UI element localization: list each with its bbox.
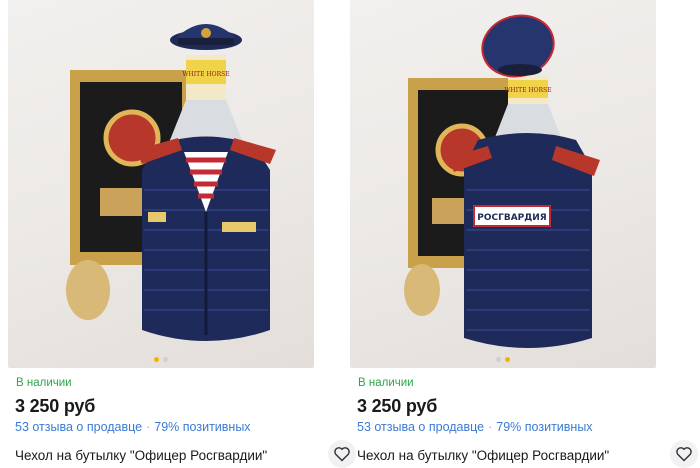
separator: · (146, 420, 151, 434)
bottle-label-text: WHITE HORSE (504, 87, 551, 94)
product-photo[interactable]: WHITE HORSE (8, 0, 314, 368)
carousel-dot[interactable] (163, 357, 168, 362)
carousel-indicator (8, 357, 314, 362)
badge-text: РОСГВАРДИЯ (477, 213, 547, 223)
price: 3 250 руб (15, 396, 96, 416)
seller-rating: 53 отзыва о продавце · 79% позитивных (357, 420, 593, 434)
bottle-cover-image: WHITE HORSE РОСГВАРДИЯ (404, 14, 600, 348)
product-title[interactable]: Чехол на бутылку "Офицер Росгвардии" (357, 448, 609, 463)
seller-rating: 53 отзыва о продавце · 79% позитивных (15, 420, 251, 434)
positive-rating: 79% позитивных (154, 420, 251, 434)
carousel-dot[interactable] (154, 357, 159, 362)
availability-status: В наличии (16, 377, 72, 389)
carousel-indicator (350, 357, 656, 362)
separator: · (488, 420, 493, 434)
product-card[interactable]: WHITE HORSE РОСГВАРДИЯ В наличии 3 250 р… (346, 0, 698, 468)
product-title[interactable]: Чехол на бутылку "Офицер Росгвардии" (15, 448, 267, 463)
seller-reviews-link[interactable]: 53 отзыва о продавце (357, 420, 484, 434)
carousel-dot[interactable] (505, 357, 510, 362)
bottle-label-text: WHITE HORSE (182, 71, 229, 78)
product-card[interactable]: WHITE HORSE В наличии 3 250 руб 53 отзыв… (4, 0, 356, 468)
favorite-button[interactable] (670, 440, 698, 468)
availability-status: В наличии (358, 377, 414, 389)
product-photo[interactable]: WHITE HORSE РОСГВАРДИЯ (350, 0, 656, 368)
carousel-dot[interactable] (496, 357, 501, 362)
seller-reviews-link[interactable]: 53 отзыва о продавце (15, 420, 142, 434)
positive-rating: 79% позитивных (496, 420, 593, 434)
heart-outline-icon (676, 447, 692, 462)
price: 3 250 руб (357, 396, 438, 416)
bottle-cover-image: WHITE HORSE (66, 24, 276, 341)
